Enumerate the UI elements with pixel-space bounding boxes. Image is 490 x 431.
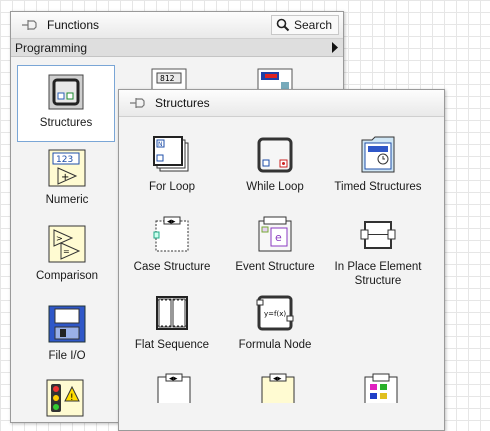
event-structure-icon: e (258, 216, 292, 252)
functions-item-file-io[interactable]: File I/O (17, 305, 117, 363)
structures-item-in-place-element-label: In Place Element Structure (334, 261, 422, 287)
timed-structures-icon (361, 136, 395, 173)
case-structure-icon: ◀▶ (153, 216, 189, 252)
search-label: Search (293, 18, 332, 32)
svg-text:>: > (56, 234, 63, 243)
category-label: Programming (15, 40, 88, 55)
structures-item-event-structure-label: Event Structure (235, 261, 315, 273)
structures-item-formula-node-label: Formula Node (238, 339, 312, 351)
structures-titlebar[interactable]: Structures (119, 90, 444, 117)
svg-text:y=f(x): y=f(x) (264, 310, 286, 318)
expand-arrow-icon[interactable] (331, 42, 339, 53)
structures-item-case-structure-label: Case Structure (133, 261, 211, 273)
structures-icon (48, 74, 84, 110)
pushpin-icon[interactable] (127, 95, 149, 111)
functions-item-file-io-label: File I/O (48, 350, 86, 362)
search-button[interactable]: Search (270, 15, 339, 35)
svg-text:!: ! (70, 393, 74, 403)
svg-text:N: N (158, 141, 163, 148)
structures-item-while-loop[interactable]: While Loop (225, 136, 325, 194)
stacked-sequence-icon[interactable]: ◀▶ (155, 373, 193, 403)
diagram-disable-icon[interactable]: ◀▶ (259, 373, 297, 403)
structures-item-while-loop-label: While Loop (246, 181, 304, 193)
functions-item-structures[interactable]: Structures (17, 65, 115, 142)
svg-text:◀▶: ◀▶ (167, 219, 176, 225)
file-io-icon (48, 305, 86, 343)
structures-title: Structures (155, 96, 210, 110)
timing-icon[interactable]: ! (45, 379, 85, 417)
svg-text:+: + (61, 172, 69, 183)
functions-item-structures-label: Structures (39, 117, 93, 129)
structures-item-in-place-element[interactable]: In Place Element Structure (328, 216, 428, 288)
pushpin-icon[interactable] (19, 17, 41, 33)
svg-text:=: = (63, 247, 70, 256)
structures-item-timed-structures-label: Timed Structures (334, 181, 422, 193)
structures-item-for-loop[interactable]: N For Loop (122, 136, 222, 194)
structures-item-formula-node[interactable]: y=f(x) Formula Node (225, 294, 325, 352)
svg-text:812: 812 (160, 74, 175, 83)
comparison-icon: > = (48, 225, 86, 263)
functions-item-numeric-label: Numeric (45, 194, 89, 206)
search-icon (276, 18, 290, 32)
flat-sequence-icon (156, 296, 188, 330)
formula-node-icon: y=f(x) (256, 295, 294, 331)
structures-palette: Structures N For Loop While Loop Timed S… (118, 89, 445, 431)
functions-item-comparison[interactable]: > = Comparison (17, 225, 117, 283)
structures-item-flat-sequence[interactable]: Flat Sequence (122, 294, 222, 352)
structures-item-event-structure[interactable]: e Event Structure (225, 216, 325, 274)
structures-item-timed-structures[interactable]: Timed Structures (328, 136, 428, 194)
conditional-disable-icon[interactable] (362, 373, 400, 403)
while-loop-icon (257, 137, 293, 173)
structures-item-for-loop-label: For Loop (148, 181, 196, 193)
svg-text:◀▶: ◀▶ (169, 376, 178, 382)
svg-text:◀▶: ◀▶ (273, 376, 282, 382)
numeric-icon: 123 + (48, 149, 86, 187)
functions-title: Functions (47, 18, 100, 32)
svg-text:e: e (275, 231, 282, 244)
svg-text:123: 123 (56, 155, 73, 165)
structures-item-case-structure[interactable]: ◀▶ Case Structure (122, 216, 222, 274)
functions-item-comparison-label: Comparison (36, 270, 98, 282)
for-loop-icon: N (153, 136, 189, 172)
functions-item-numeric[interactable]: 123 + Numeric (17, 149, 117, 207)
in-place-element-icon (360, 221, 396, 249)
structures-item-flat-sequence-label: Flat Sequence (134, 339, 210, 351)
functions-titlebar[interactable]: Functions Search (11, 12, 343, 39)
category-programming[interactable]: Programming (11, 39, 343, 57)
